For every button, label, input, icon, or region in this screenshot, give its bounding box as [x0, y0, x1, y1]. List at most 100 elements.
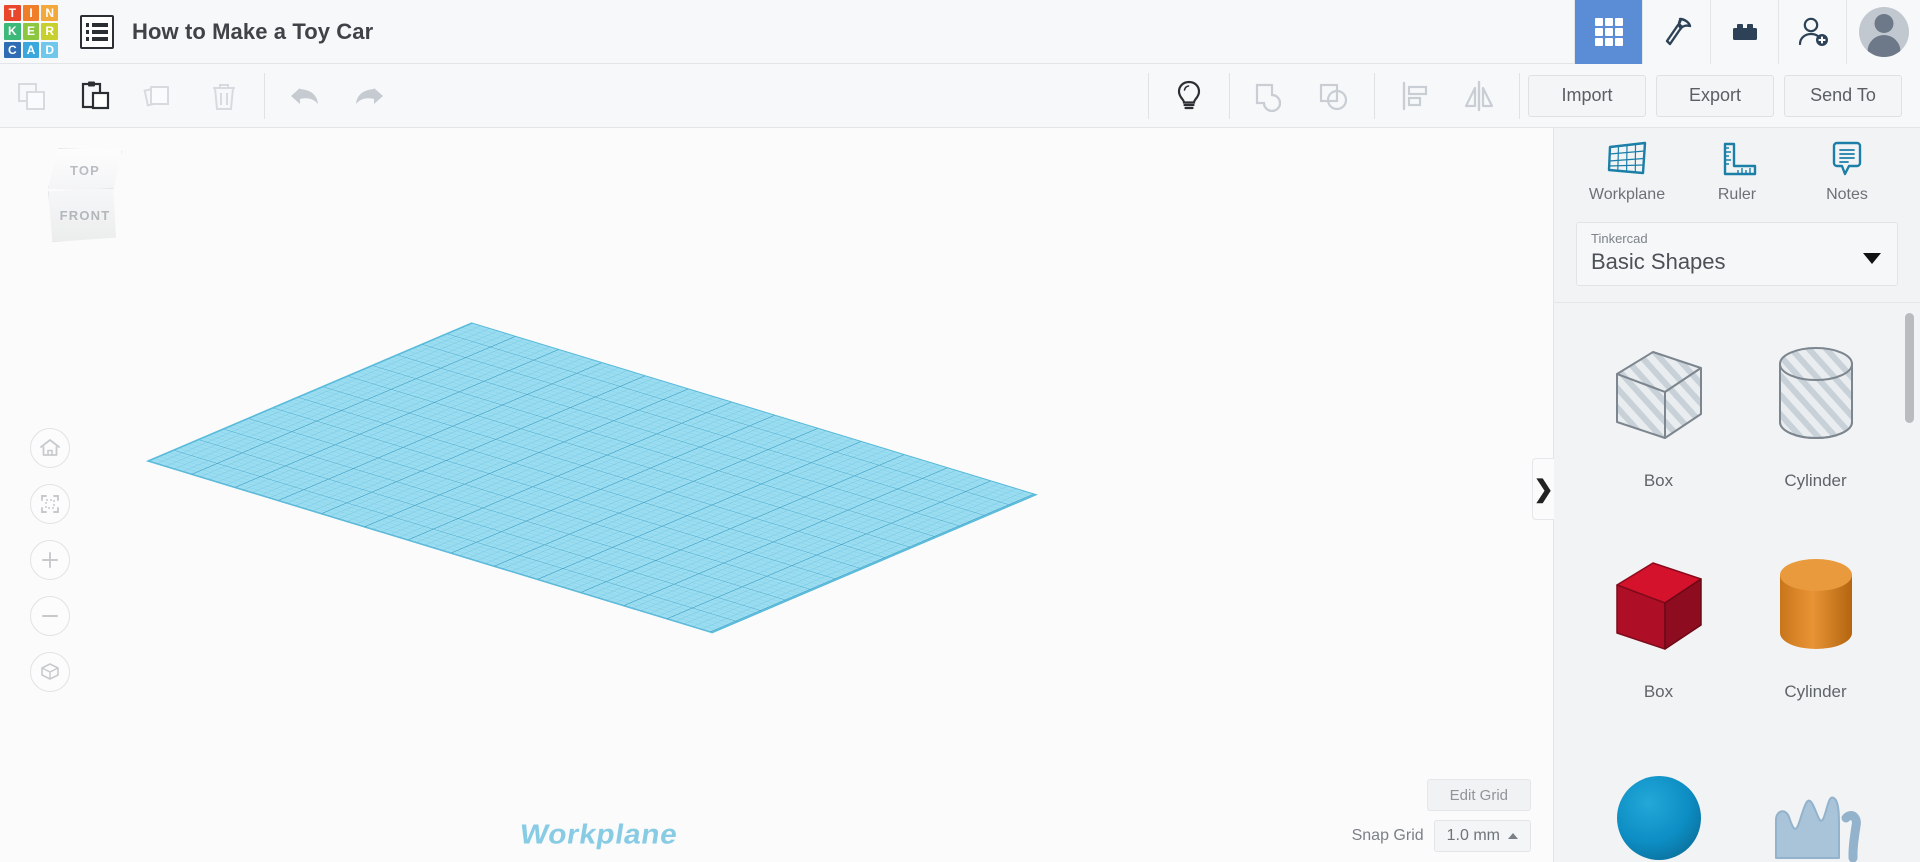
edit-toolbar: Import Export Send To [0, 64, 1920, 128]
edit-grid-button[interactable]: Edit Grid [1426, 779, 1531, 811]
codeblocks-pickaxe-icon-button[interactable] [1642, 0, 1710, 64]
paste-icon [81, 81, 110, 109]
shape-library-body[interactable]: Box Cylinder Box Cylinder [1554, 302, 1920, 862]
shape-panel-scrollbar[interactable] [1905, 313, 1914, 862]
project-list-menu-button[interactable] [80, 14, 114, 49]
cylinder-solid-icon [1779, 559, 1852, 650]
add-user-icon [1798, 17, 1828, 46]
shape-item-scribble-solid[interactable]: Scribble [1737, 741, 1894, 862]
history-tool-group [273, 64, 401, 128]
undo-button[interactable] [273, 64, 337, 128]
shape-item-cylinder-solid[interactable]: Cylinder [1737, 530, 1894, 735]
undo-arrow-icon [291, 87, 318, 104]
page-title[interactable]: How to Make a Toy Car [132, 19, 373, 45]
workplane-tool-button[interactable]: Workplane [1581, 140, 1673, 204]
shape-thumbnail [1760, 319, 1872, 469]
notes-callout-icon [1832, 141, 1862, 176]
view-cube-top-face[interactable]: TOP [48, 148, 122, 192]
redo-arrow-icon [356, 87, 383, 104]
logo-tile-n: N [41, 4, 58, 22]
ungroup-button[interactable] [1302, 64, 1366, 128]
home-view-button[interactable] [30, 428, 70, 468]
group-icon [1255, 83, 1282, 112]
view-cube[interactable]: TOP FRONT [40, 148, 130, 243]
sphere-solid-icon [1616, 776, 1701, 861]
snap-grid-row: Snap Grid 1.0 mm [1352, 820, 1531, 852]
group-button[interactable] [1238, 64, 1302, 128]
redo-button[interactable] [337, 64, 401, 128]
mirror-button[interactable] [1447, 64, 1511, 128]
notes-tool-button[interactable]: Notes [1801, 140, 1893, 204]
chevron-up-icon [1508, 833, 1518, 839]
shape-item-cylinder-hole[interactable]: Cylinder [1737, 319, 1894, 524]
ruler-icon [1723, 142, 1757, 176]
user-avatar-button[interactable] [1846, 0, 1920, 64]
cylinder-hole-icon [1778, 347, 1853, 440]
snap-grid-select[interactable]: 1.0 mm [1433, 820, 1531, 852]
plus-icon [42, 552, 58, 568]
cube-perspective-icon [41, 663, 59, 680]
shape-thumbnail [1603, 319, 1715, 469]
duplicate-button[interactable] [128, 64, 192, 128]
lightbulb-button[interactable] [1157, 64, 1221, 128]
home-icon [40, 439, 60, 456]
copy-icon [18, 82, 45, 110]
avatar [1858, 6, 1909, 57]
logo-tile-a: A [22, 41, 40, 59]
export-button[interactable]: Export [1656, 74, 1774, 117]
ruler-tool-button[interactable]: Ruler [1691, 140, 1783, 204]
shape-label: Cylinder [1784, 471, 1847, 491]
mirror-icon [1464, 80, 1494, 111]
orthographic-toggle-button[interactable] [30, 652, 70, 692]
shape-library-value: Basic Shapes [1591, 249, 1726, 275]
header-icon-group [1574, 0, 1920, 64]
logo-tile-t: T [4, 4, 21, 22]
app-header: TIN KER CAD How to Make a Toy Car [0, 0, 1920, 64]
logo-tile-d: D [41, 41, 58, 59]
logo-tile-k: K [4, 23, 21, 40]
toolbar-divider [1148, 72, 1149, 119]
grid-view-icon-button[interactable] [1574, 0, 1642, 64]
add-user-icon-button[interactable] [1778, 0, 1846, 64]
scrollbar-thumb[interactable] [1905, 313, 1914, 424]
shape-item-box-solid[interactable]: Box [1580, 530, 1737, 735]
shape-library-select[interactable]: Tinkercad Basic Shapes [1576, 222, 1898, 287]
fit-to-view-button[interactable] [30, 484, 70, 524]
toolbar-divider [1229, 72, 1230, 119]
shape-label: Box [1643, 471, 1674, 491]
import-button[interactable]: Import [1528, 74, 1646, 117]
send-to-button[interactable]: Send To [1784, 74, 1902, 117]
workplane-label: Workplane [517, 819, 680, 850]
box-hole-icon [1615, 351, 1702, 440]
logo-tile-c: C [4, 41, 21, 59]
shape-label: Box [1643, 682, 1674, 702]
align-button[interactable] [1383, 64, 1447, 128]
copy-button[interactable] [0, 64, 64, 128]
zoom-out-button[interactable] [30, 596, 70, 636]
view-control-buttons [30, 428, 70, 708]
tinkercad-logo[interactable]: TIN KER CAD [4, 4, 58, 59]
lightbulb-icon [1177, 80, 1201, 109]
shape-thumbnail [1603, 530, 1715, 680]
zoom-in-button[interactable] [30, 540, 70, 580]
view-cube-front-face[interactable]: FRONT [48, 188, 117, 242]
workplane-tool-label: Workplane [1588, 186, 1666, 204]
toolbar-divider [1519, 72, 1520, 119]
lego-brick-icon-button[interactable] [1710, 0, 1778, 64]
scribble-solid-icon [1774, 796, 1861, 862]
panel-collapse-button[interactable]: ❯ [1532, 458, 1554, 520]
shape-item-sphere-solid[interactable]: Sphere [1580, 741, 1737, 862]
paste-button[interactable] [64, 64, 128, 128]
shape-item-box-hole[interactable]: Box [1580, 319, 1737, 524]
toolbar-divider [264, 72, 265, 119]
delete-button[interactable] [192, 64, 256, 128]
shape-label: Cylinder [1784, 682, 1847, 702]
ruler-tool-label: Ruler [1717, 186, 1757, 204]
notes-tool-label: Notes [1826, 186, 1868, 204]
snap-grid-value: 1.0 mm [1446, 827, 1500, 844]
design-canvas[interactable]: Workplane TOP FRONT Edit Grid Snap Grid … [0, 128, 1553, 862]
delete-trash-icon [213, 83, 235, 110]
menu-line [86, 36, 108, 41]
workplane-grid-icon [1607, 141, 1647, 175]
ungroup-icon [1319, 83, 1348, 110]
